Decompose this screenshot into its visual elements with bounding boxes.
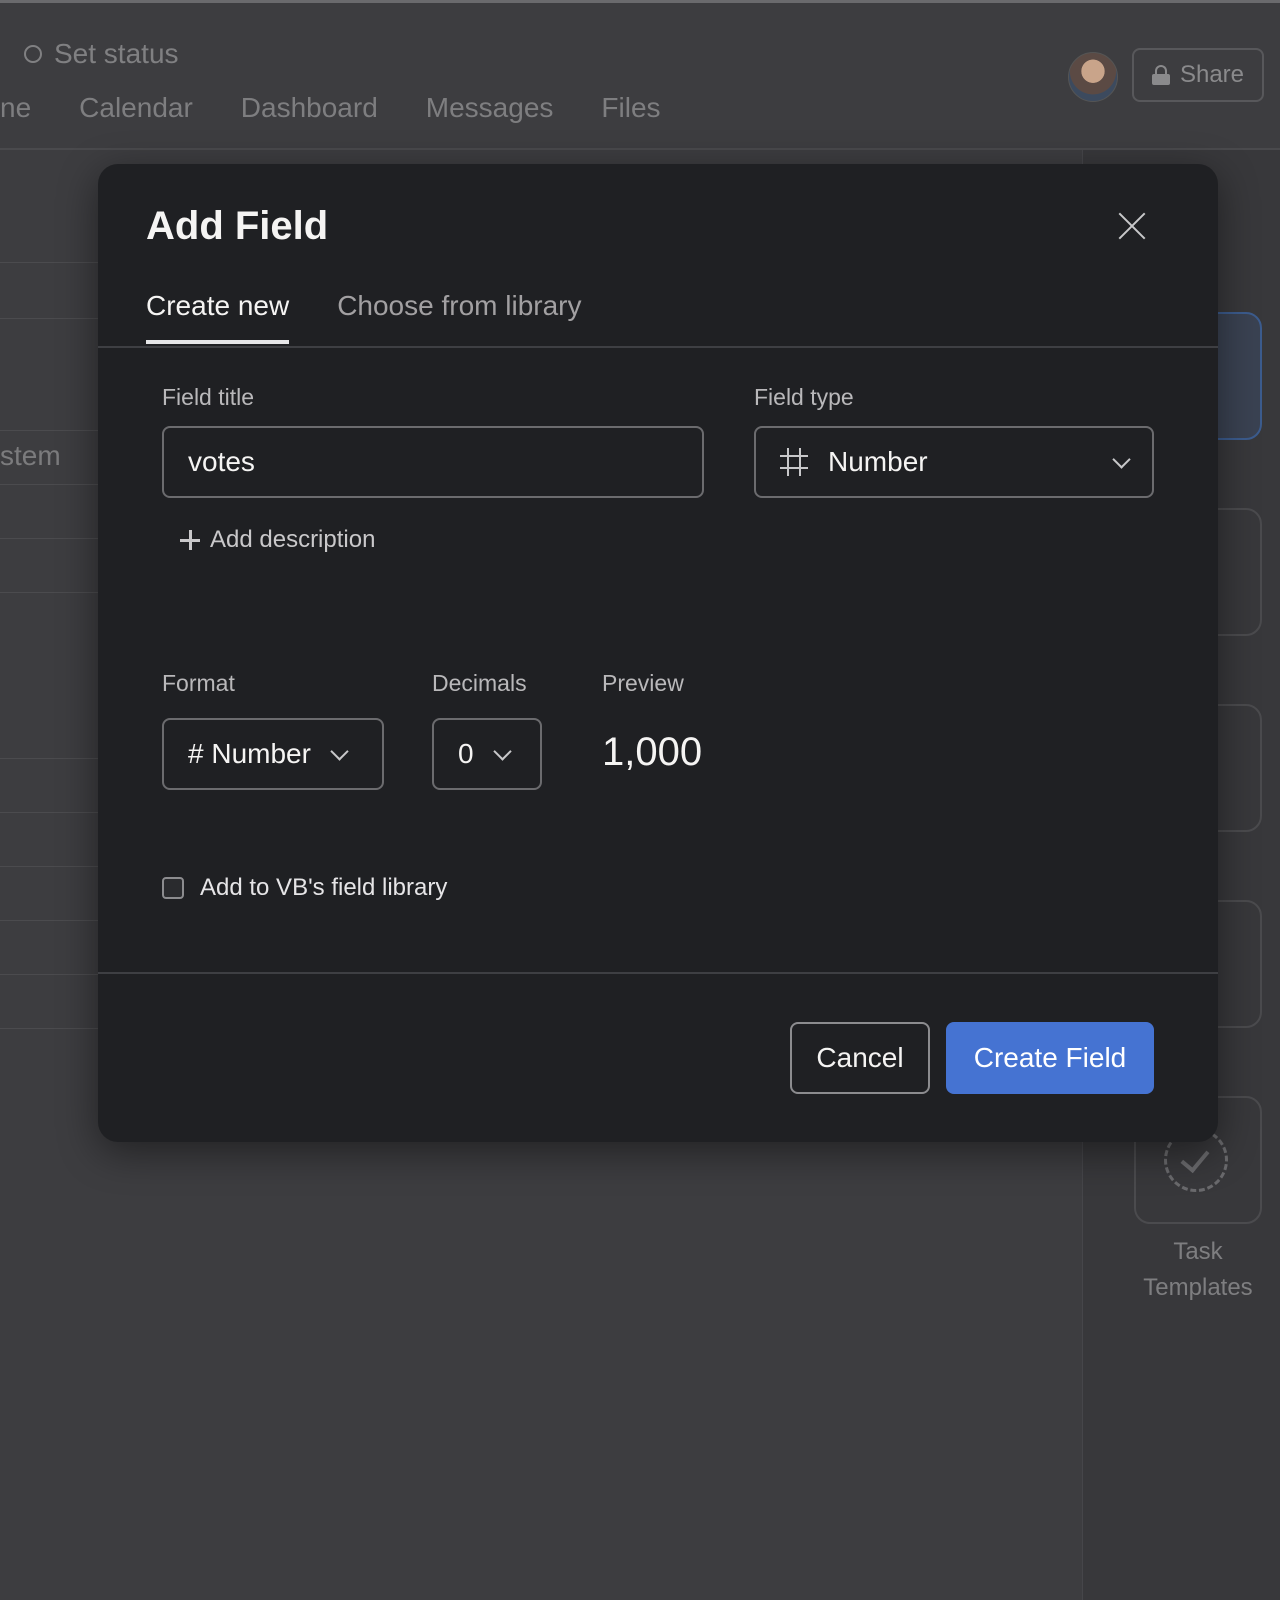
preview-label: Preview xyxy=(602,670,684,696)
row-divider xyxy=(0,974,100,975)
set-status-label: Set status xyxy=(54,38,179,69)
footer-divider xyxy=(98,972,1218,974)
field-title-value: votes xyxy=(188,446,255,477)
field-type-label: Field type xyxy=(754,384,854,410)
add-description-button[interactable]: Add description xyxy=(180,526,375,554)
left-row-text: stem xyxy=(0,440,61,471)
field-type-dropdown[interactable]: Number xyxy=(754,426,1154,498)
row-divider xyxy=(0,812,100,813)
tab-choose-from-library[interactable]: Choose from library xyxy=(337,290,581,344)
format-dropdown[interactable]: # Number xyxy=(162,718,384,790)
row-divider xyxy=(0,262,100,263)
row-divider xyxy=(0,1028,100,1029)
decimals-dropdown[interactable]: 0 xyxy=(432,718,542,790)
close-icon[interactable] xyxy=(1116,210,1148,242)
chevron-down-icon xyxy=(1112,449,1131,469)
add-field-modal: Add Field Create new Choose from library… xyxy=(98,164,1218,1142)
row-divider xyxy=(0,484,100,485)
status-circle-icon xyxy=(24,45,42,63)
row-divider xyxy=(0,430,100,431)
preview-value: 1,000 xyxy=(602,730,703,774)
share-label: Share xyxy=(1179,61,1245,88)
field-library-option: Add to VB's field library xyxy=(162,874,447,902)
lock-icon xyxy=(1151,65,1170,85)
nav-tab-files[interactable]: Files xyxy=(601,92,660,124)
add-description-label: Add description xyxy=(210,526,376,553)
set-status-button[interactable]: Set status xyxy=(24,38,179,70)
row-divider xyxy=(0,538,100,539)
hash-icon xyxy=(780,448,808,476)
field-title-input[interactable]: votes xyxy=(162,426,704,498)
task-templates-label: Task Templates xyxy=(1143,1238,1253,1301)
create-field-button[interactable]: Create Field xyxy=(946,1022,1154,1094)
format-label: Format xyxy=(162,670,235,696)
nav-tab-calendar[interactable]: Calendar xyxy=(79,92,193,124)
field-title-label: Field title xyxy=(162,384,255,410)
user-avatar[interactable] xyxy=(1068,52,1118,102)
plus-icon xyxy=(180,530,200,550)
decimals-value: 0 xyxy=(458,738,474,769)
row-divider xyxy=(0,758,100,759)
tabs-divider xyxy=(98,346,1218,348)
chevron-down-icon xyxy=(330,741,349,761)
share-button[interactable]: Share xyxy=(1132,48,1264,102)
row-divider xyxy=(0,318,100,319)
project-nav-tabs: ne Calendar Dashboard Messages Files xyxy=(0,92,661,124)
field-library-checkbox[interactable] xyxy=(162,877,184,899)
field-library-label[interactable]: Add to VB's field library xyxy=(200,874,447,902)
format-value: # Number xyxy=(188,738,311,769)
chevron-down-icon xyxy=(492,741,512,761)
modal-title: Add Field xyxy=(146,204,329,248)
decimals-label: Decimals xyxy=(432,670,527,696)
cancel-button[interactable]: Cancel xyxy=(790,1022,930,1094)
row-divider xyxy=(0,592,100,593)
tab-create-new[interactable]: Create new xyxy=(146,290,290,344)
field-type-value: Number xyxy=(828,446,928,477)
row-divider xyxy=(0,866,100,867)
nav-tab-timeline[interactable]: ne xyxy=(0,92,31,124)
row-divider xyxy=(0,920,100,921)
modal-tabs: Create new Choose from library xyxy=(146,290,582,344)
nav-tab-messages[interactable]: Messages xyxy=(426,92,554,124)
nav-tab-dashboard[interactable]: Dashboard xyxy=(241,92,378,124)
top-border xyxy=(0,0,1280,3)
